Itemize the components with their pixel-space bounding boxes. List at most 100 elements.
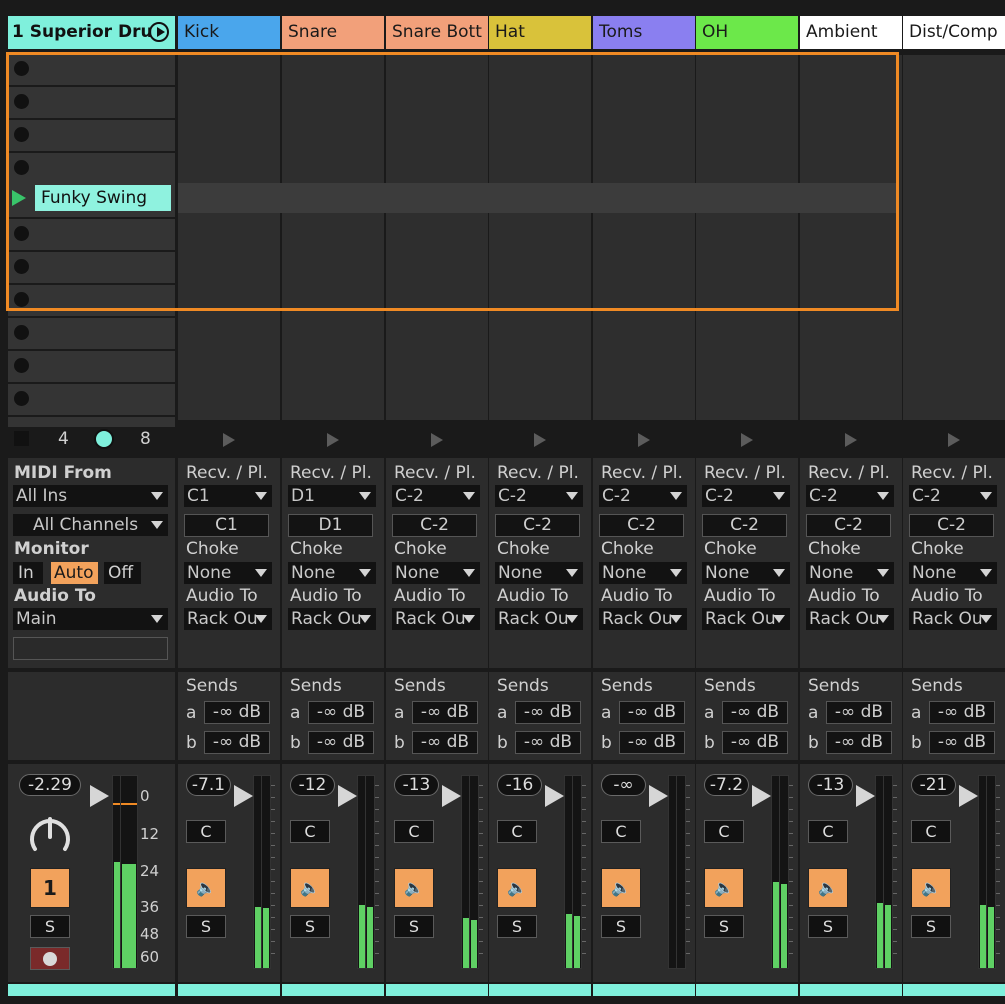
stop-all-button[interactable]: [14, 431, 29, 446]
chain-volume-field[interactable]: -21: [911, 774, 956, 796]
bank-knob[interactable]: [94, 429, 114, 449]
chain-audio-to-dropdown[interactable]: Rack Ou: [909, 608, 997, 630]
chain-pan-field[interactable]: C: [290, 820, 330, 843]
chain-pan-field[interactable]: C: [601, 820, 641, 843]
chain-solo-button[interactable]: S: [911, 915, 951, 938]
send-b-field[interactable]: -∞ dB: [204, 731, 270, 754]
group-track-activator[interactable]: 1: [30, 868, 70, 908]
chain-pan-field[interactable]: C: [808, 820, 848, 843]
choke-dropdown[interactable]: None: [288, 562, 376, 584]
choke-dropdown[interactable]: None: [909, 562, 997, 584]
chain-solo-button[interactable]: S: [497, 915, 537, 938]
chain-volume-slider-icon[interactable]: [752, 785, 771, 807]
chain-solo-button[interactable]: S: [808, 915, 848, 938]
chain-volume-slider-icon[interactable]: [545, 785, 564, 807]
chain-header-ambient[interactable]: Ambient: [800, 16, 902, 49]
record-slot-icon[interactable]: [14, 391, 29, 406]
chain-volume-field[interactable]: -7.1: [186, 774, 231, 796]
chain-stop-icon[interactable]: [431, 433, 443, 447]
chain-header-snare[interactable]: Snare: [282, 16, 384, 49]
record-slot-icon[interactable]: [14, 325, 29, 340]
choke-dropdown[interactable]: None: [495, 562, 583, 584]
send-a-field[interactable]: -∞ dB: [204, 701, 270, 724]
send-a-field[interactable]: -∞ dB: [412, 701, 478, 724]
choke-dropdown[interactable]: None: [702, 562, 790, 584]
chain-header-oh[interactable]: OH: [696, 16, 798, 49]
chain-pan-field[interactable]: C: [394, 820, 434, 843]
chain-audio-to-dropdown[interactable]: Rack Ou: [392, 608, 480, 630]
play-note-field[interactable]: C-2: [806, 514, 891, 537]
receive-note-dropdown[interactable]: C1: [184, 485, 272, 507]
choke-dropdown[interactable]: None: [806, 562, 894, 584]
play-note-field[interactable]: D1: [288, 514, 373, 537]
chain-stop-icon[interactable]: [534, 433, 546, 447]
chain-header-kick[interactable]: Kick: [178, 16, 280, 49]
chain-volume-field[interactable]: -∞: [601, 774, 646, 796]
chain-header-snare-bott[interactable]: Snare Bott: [386, 16, 488, 49]
send-a-field[interactable]: -∞ dB: [722, 701, 788, 724]
choke-dropdown[interactable]: None: [184, 562, 272, 584]
audio-to-channel-field[interactable]: [13, 637, 168, 660]
chain-pan-field[interactable]: C: [186, 820, 226, 843]
audio-to-dropdown[interactable]: Main: [13, 608, 168, 630]
send-a-field[interactable]: -∞ dB: [619, 701, 685, 724]
send-b-field[interactable]: -∞ dB: [308, 731, 374, 754]
chain-clip-column[interactable]: [903, 55, 1005, 420]
group-volume-field[interactable]: -2.29: [19, 774, 81, 796]
receive-note-dropdown[interactable]: C-2: [392, 485, 480, 507]
send-b-field[interactable]: -∞ dB: [826, 731, 892, 754]
play-note-field[interactable]: C-2: [909, 514, 994, 537]
chain-audio-to-dropdown[interactable]: Rack Ou: [702, 608, 790, 630]
send-a-field[interactable]: -∞ dB: [929, 701, 995, 724]
chain-volume-slider-icon[interactable]: [442, 785, 461, 807]
monitor-auto-button[interactable]: Auto: [51, 562, 98, 584]
send-b-field[interactable]: -∞ dB: [619, 731, 685, 754]
group-arm-button[interactable]: [30, 947, 70, 970]
group-clip-slot[interactable]: [8, 384, 175, 415]
send-a-field[interactable]: -∞ dB: [308, 701, 374, 724]
chain-volume-field[interactable]: -16: [497, 774, 542, 796]
chain-audio-to-dropdown[interactable]: Rack Ou: [599, 608, 687, 630]
midi-from-dropdown[interactable]: All Ins: [13, 485, 168, 507]
chain-activator-button[interactable]: 🔈: [290, 868, 330, 908]
chain-volume-slider-icon[interactable]: [856, 785, 875, 807]
chain-pan-field[interactable]: C: [497, 820, 537, 843]
play-note-field[interactable]: C-2: [702, 514, 787, 537]
chain-header-dist-comp[interactable]: Dist/Comp: [903, 16, 1005, 49]
midi-channel-dropdown[interactable]: All Channels: [13, 514, 168, 536]
chain-audio-to-dropdown[interactable]: Rack Ou: [184, 608, 272, 630]
chain-stop-icon[interactable]: [638, 433, 650, 447]
chain-volume-field[interactable]: -13: [808, 774, 853, 796]
receive-note-dropdown[interactable]: C-2: [702, 485, 790, 507]
group-pan-knob-icon[interactable]: [27, 813, 73, 859]
chain-audio-to-dropdown[interactable]: Rack Ou: [495, 608, 583, 630]
send-b-field[interactable]: -∞ dB: [515, 731, 581, 754]
chain-stop-icon[interactable]: [741, 433, 753, 447]
chain-volume-field[interactable]: -13: [394, 774, 439, 796]
record-slot-icon[interactable]: [14, 358, 29, 373]
monitor-in-button[interactable]: In: [13, 562, 43, 584]
chain-volume-slider-icon[interactable]: [234, 785, 253, 807]
receive-note-dropdown[interactable]: C-2: [806, 485, 894, 507]
chain-volume-slider-icon[interactable]: [649, 785, 668, 807]
chain-header-toms[interactable]: Toms: [593, 16, 695, 49]
receive-note-dropdown[interactable]: C-2: [495, 485, 583, 507]
choke-dropdown[interactable]: None: [599, 562, 687, 584]
play-note-field[interactable]: C1: [184, 514, 269, 537]
receive-note-dropdown[interactable]: C-2: [599, 485, 687, 507]
send-b-field[interactable]: -∞ dB: [412, 731, 478, 754]
send-a-field[interactable]: -∞ dB: [826, 701, 892, 724]
chain-volume-slider-icon[interactable]: [338, 785, 357, 807]
chain-solo-button[interactable]: S: [186, 915, 226, 938]
chain-activator-button[interactable]: 🔈: [911, 868, 951, 908]
chain-audio-to-dropdown[interactable]: Rack Ou: [288, 608, 376, 630]
chain-solo-button[interactable]: S: [290, 915, 330, 938]
play-note-field[interactable]: C-2: [392, 514, 477, 537]
group-clip-slot[interactable]: [8, 318, 175, 349]
receive-note-dropdown[interactable]: D1: [288, 485, 376, 507]
chain-activator-button[interactable]: 🔈: [497, 868, 537, 908]
chain-activator-button[interactable]: 🔈: [394, 868, 434, 908]
chain-volume-slider-icon[interactable]: [959, 785, 978, 807]
chain-solo-button[interactable]: S: [601, 915, 641, 938]
chain-activator-button[interactable]: 🔈: [704, 868, 744, 908]
